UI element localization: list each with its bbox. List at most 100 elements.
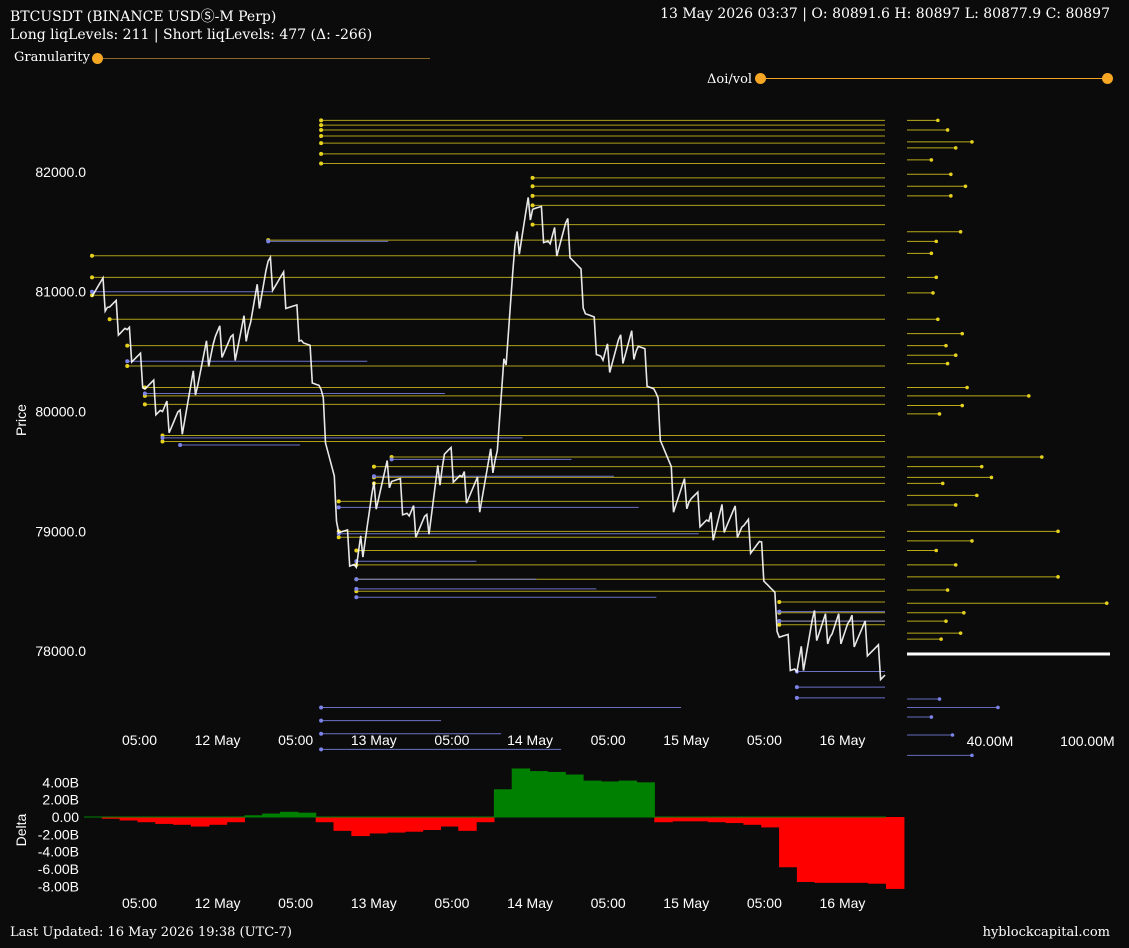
doi-x-tick-0: 40.00M <box>967 733 1014 749</box>
price-x-tick-4: 05:00 <box>434 732 469 748</box>
delta-x-tick-0: 05:00 <box>122 895 157 911</box>
short-liq-dot-38 <box>777 622 782 627</box>
doi-bar-dot-18 <box>965 385 969 390</box>
doi-bar-dot-0 <box>936 118 940 123</box>
doi-bar-dot-30 <box>934 548 939 553</box>
delta-bar-7 <box>208 817 228 825</box>
price-y-tick-3: 81000.0 <box>35 284 86 300</box>
doi-bar-dot-25 <box>940 481 945 486</box>
short-liq-dot-10 <box>530 203 535 208</box>
doi-bar-dot-27 <box>953 503 958 507</box>
delta-bar-26 <box>547 771 566 817</box>
doi-bar-dot-5 <box>949 172 953 177</box>
delta-bar-20 <box>440 817 459 827</box>
liq-levels-summary: Long liqLevels: 211 | Short liqLevels: 4… <box>10 27 373 43</box>
doi-bar-dot-9 <box>934 239 939 244</box>
doi-bar-dot-16 <box>953 353 958 357</box>
delta-bar-36 <box>725 817 745 824</box>
delta-bar-4 <box>155 817 174 824</box>
price-x-tick-1: 12 May <box>195 732 241 748</box>
price-y-tick-4: 82000.0 <box>35 164 86 180</box>
delta-bar-5 <box>173 817 192 825</box>
delta-bar-16 <box>369 817 388 834</box>
delta-oi-vol-slider-track[interactable] <box>761 78 1107 79</box>
doi-bar-dot-12 <box>931 291 935 295</box>
doi-bar-dot-34 <box>1104 601 1109 606</box>
doi-bar-dot-41 <box>929 715 934 719</box>
delta-oi-vol-slider-max-handle[interactable] <box>1102 73 1113 84</box>
delta-bar-23 <box>493 789 513 817</box>
delta-y-axis-label: Delta <box>13 813 29 846</box>
doi-bar-dot-31 <box>953 563 958 567</box>
delta-bar-6 <box>190 817 210 827</box>
delta-y-tick-0: 4.00B <box>42 774 79 790</box>
doi-bar-dot-23 <box>979 464 984 469</box>
granularity-slider-track[interactable] <box>97 58 430 59</box>
price-x-tick-0: 05:00 <box>122 732 157 748</box>
doi-bar-dot-43 <box>970 753 974 758</box>
long-liq-dot-22 <box>319 747 324 752</box>
long-liq-dot-17 <box>794 685 799 690</box>
brand-link[interactable]: hyblockcapital.com <box>983 925 1110 940</box>
long-liq-dot-20 <box>319 718 324 723</box>
ohlc-readout: 13 May 2026 03:37 | O: 80891.6 H: 80897 … <box>660 6 1110 22</box>
delta-bar-31 <box>636 782 655 817</box>
delta-oi-vol-label: Δoi/vol <box>707 72 753 87</box>
short-liq-dot-13 <box>90 253 94 258</box>
price-y-tick-1: 79000.0 <box>35 523 86 539</box>
delta-bar-19 <box>422 817 442 830</box>
delta-bar-17 <box>386 817 406 833</box>
delta-bar-42 <box>832 817 851 883</box>
long-liq-dot-0 <box>266 239 271 244</box>
delta-y-tick-4: -4.00B <box>38 844 79 860</box>
long-liq-dot-15 <box>777 619 782 624</box>
doi-bar-dot-1 <box>945 128 950 132</box>
delta-y-tick-5: -6.00B <box>38 861 79 877</box>
delta-oi-vol-slider-min-handle[interactable] <box>755 73 766 84</box>
delta-bar-41 <box>814 817 834 883</box>
long-liq-dot-4 <box>160 435 165 440</box>
last-updated: Last Updated: 16 May 2026 19:38 (UTC-7) <box>10 925 292 940</box>
price-x-tick-7: 15 May <box>663 732 709 748</box>
short-liq-dot-7 <box>530 175 535 180</box>
delta-bar-13 <box>315 817 335 823</box>
granularity-slider-handle[interactable] <box>92 53 103 64</box>
short-liq-dot-35 <box>777 600 782 605</box>
delta-bar-12 <box>297 812 317 817</box>
short-liq-dot-21 <box>142 402 147 407</box>
short-liq-dot-3 <box>319 133 324 138</box>
delta-bar-8 <box>226 817 245 823</box>
doi-bar-dot-8 <box>958 229 963 234</box>
delta-bar-34 <box>689 817 709 822</box>
doi-bar-dot-32 <box>1056 575 1060 579</box>
delta-bar-32 <box>654 817 673 823</box>
long-liq-dot-7 <box>371 474 376 479</box>
doi-bar-dot-17 <box>945 361 950 366</box>
delta-x-tick-6: 05:00 <box>591 895 626 911</box>
doi-bar-dot-6 <box>963 184 968 189</box>
price-x-tick-5: 14 May <box>507 732 553 748</box>
short-liq-dot-11 <box>530 222 535 227</box>
short-liq-dot-1 <box>319 123 324 128</box>
delta-y-tick-3: -2.00B <box>38 826 79 842</box>
long-liq-dot-12 <box>354 586 359 591</box>
short-liq-dot-2 <box>319 127 324 132</box>
delta-x-tick-8: 05:00 <box>747 895 782 911</box>
doi-bar-dot-11 <box>934 275 939 280</box>
doi-bar-dot-36 <box>944 619 948 623</box>
price-line <box>91 197 886 682</box>
price-x-tick-3: 13 May <box>351 732 397 748</box>
delta-y-tick-6: -8.00B <box>38 878 79 894</box>
delta-bar-22 <box>476 817 495 823</box>
short-liq-dot-30 <box>336 535 341 540</box>
delta-bar-39 <box>779 817 798 868</box>
doi-bar-dot-2 <box>970 140 974 144</box>
delta-x-tick-2: 05:00 <box>278 895 313 911</box>
doi-bar-dot-7 <box>949 194 953 198</box>
doi-bar-dot-38 <box>939 637 943 641</box>
doi-x-tick-1: 100.00M <box>1060 733 1114 749</box>
short-liq-dot-25 <box>371 464 376 469</box>
delta-bar-44 <box>868 817 887 884</box>
doi-bar-dot-19 <box>1027 394 1031 398</box>
long-liq-dot-5 <box>178 443 183 448</box>
